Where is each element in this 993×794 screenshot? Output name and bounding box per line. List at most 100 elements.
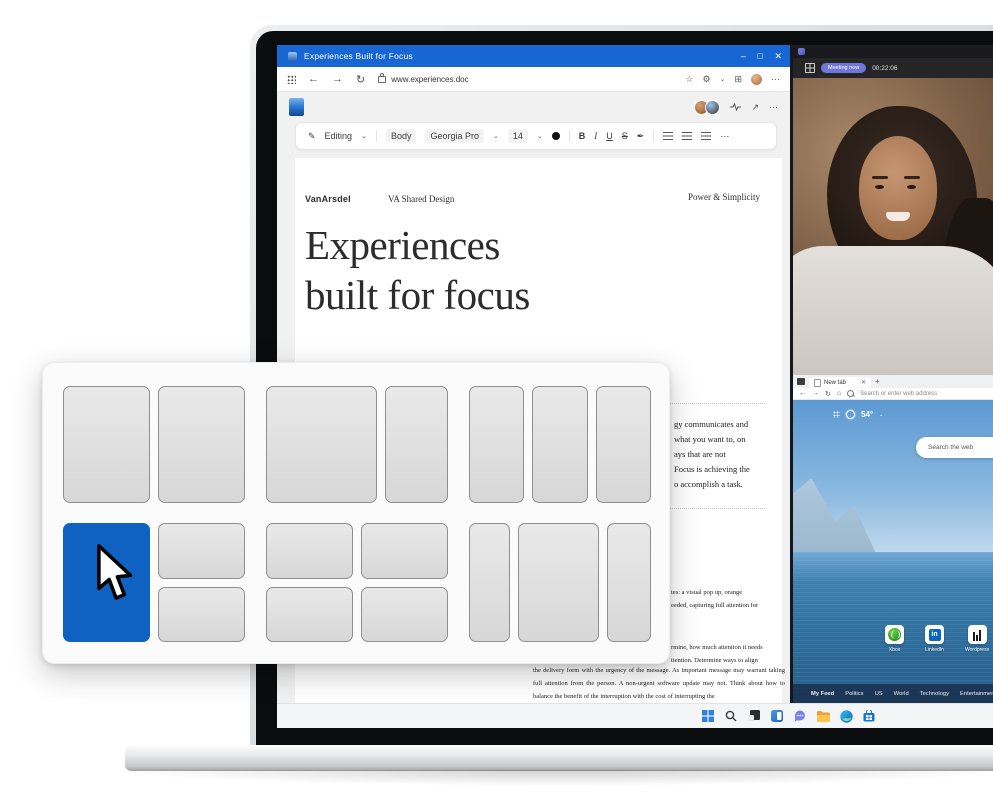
snap-cell[interactable] (158, 386, 245, 503)
tab-label: New tab (824, 380, 858, 386)
formatting-toolbar: ✎ Editing ⌄ Body Georgia Pro ⌄ 14 ⌄ B I … (295, 122, 777, 150)
document-paragraph: gy communicates andwhat you want to, ona… (674, 417, 750, 492)
align-icon[interactable] (701, 132, 711, 140)
file-explorer-icon[interactable] (816, 709, 830, 723)
back-icon[interactable]: ← (308, 73, 319, 85)
close-button[interactable]: ✕ (774, 51, 782, 62)
chevron-down-icon[interactable]: ⌄ (493, 132, 499, 140)
snap-cell[interactable] (266, 523, 353, 579)
apps-grid-icon[interactable] (287, 75, 296, 84)
style-selector[interactable]: Body (386, 129, 417, 143)
font-selector[interactable]: Georgia Pro (425, 129, 484, 143)
document-window-titlebar[interactable]: Experiences Built for Focus – ▢ ✕ (277, 45, 790, 67)
snap-layout-option-three-columns[interactable] (469, 386, 651, 503)
feed-link[interactable]: World (894, 691, 909, 697)
apps-grid-icon[interactable] (833, 411, 840, 418)
snap-cell[interactable] (596, 386, 651, 503)
snap-cell[interactable] (469, 523, 510, 642)
feed-link[interactable]: My Feed (811, 691, 834, 697)
search-icon[interactable] (724, 709, 738, 723)
tab-close-icon[interactable]: ✕ (861, 379, 866, 386)
word-app-bar: ↗ ⋯ (277, 92, 790, 122)
minimize-button[interactable]: – (741, 51, 746, 61)
maximize-button[interactable]: ▢ (757, 52, 764, 60)
call-titlebar[interactable] (793, 45, 993, 58)
snap-cell[interactable] (266, 587, 353, 643)
chevron-down-icon[interactable]: ⌄ (361, 132, 367, 140)
snap-cell[interactable] (532, 386, 587, 503)
start-button[interactable] (701, 709, 715, 723)
shortcut-wordpress[interactable]: Wordpress (965, 625, 989, 653)
feed-link[interactable]: US (875, 691, 883, 697)
forward-icon[interactable]: → (332, 73, 343, 85)
snap-cell[interactable] (158, 587, 245, 643)
strikethrough-icon[interactable]: S (622, 131, 628, 141)
bullet-list-icon[interactable] (663, 132, 673, 140)
document-heading: Experiences built for focus (305, 220, 530, 320)
avatar (705, 100, 720, 115)
snap-cell[interactable] (518, 523, 599, 642)
snap-cell[interactable] (266, 386, 377, 503)
snap-cell[interactable] (385, 386, 448, 503)
share-icon[interactable]: ↗ (751, 102, 759, 113)
underline-icon[interactable]: U (606, 131, 613, 141)
refresh-icon[interactable]: ↻ (356, 73, 365, 86)
chevron-down-icon[interactable]: ⌄ (537, 132, 543, 140)
widgets-icon[interactable] (770, 709, 784, 723)
chat-icon[interactable] (793, 709, 807, 723)
bold-icon[interactable]: B (579, 131, 586, 141)
word-app-icon[interactable] (289, 98, 304, 116)
shortcut-linkedin[interactable]: in LinkedIn (925, 625, 944, 653)
toolbar-more-icon[interactable]: ⋯ (720, 131, 729, 142)
store-icon[interactable] (862, 709, 876, 723)
numbered-list-icon[interactable] (682, 132, 692, 140)
new-tab-icon[interactable]: + (875, 377, 880, 386)
feed-link[interactable]: Politics (845, 691, 863, 697)
text-line: tes: a visual pop up, orange (671, 586, 758, 599)
favorites-icon[interactable]: ☆ (685, 74, 693, 85)
snap-cell[interactable] (469, 386, 524, 503)
edge-icon[interactable] (839, 709, 853, 723)
feed-link[interactable]: Technology (920, 691, 949, 697)
address-bar[interactable]: Search or enter web address (860, 391, 937, 397)
home-icon[interactable]: ⌂ (837, 390, 841, 397)
more-icon[interactable]: ⋯ (771, 74, 780, 85)
page-topbar: 54° ⌄ (833, 410, 883, 419)
back-icon[interactable]: ← (799, 390, 806, 397)
snap-layout-option-two-columns-equal[interactable] (63, 386, 245, 503)
snap-layout-option-three-columns-wide-center[interactable] (469, 523, 651, 642)
chevron-down-icon[interactable]: ⌄ (879, 412, 883, 418)
address-bar[interactable]: www.experiences.doc (391, 75, 468, 84)
editing-mode-dropdown[interactable]: Editing (325, 131, 353, 141)
edit-pencil-icon[interactable]: ✎ (308, 131, 316, 142)
activity-icon[interactable] (730, 103, 741, 111)
refresh-icon[interactable]: ↻ (825, 390, 831, 398)
snap-cell[interactable] (607, 523, 651, 642)
task-view-icon[interactable] (747, 709, 761, 723)
gallery-view-icon[interactable] (805, 63, 815, 73)
profile-avatar[interactable] (751, 74, 762, 85)
snap-cell[interactable] (158, 523, 245, 579)
chevron-down-icon[interactable]: ⌄ (720, 75, 726, 83)
italic-icon[interactable]: I (594, 131, 597, 141)
font-color-icon[interactable] (552, 132, 560, 140)
snap-layout-option-quad[interactable] (266, 523, 448, 642)
snap-cell[interactable] (361, 587, 448, 643)
screenshot-stage: Experiences Built for Focus – ▢ ✕ ← → ↻ … (0, 0, 993, 794)
collections-icon[interactable]: ⊞ (734, 74, 742, 85)
pen-icon[interactable]: ✒ (637, 131, 645, 142)
shortcut-xbox[interactable]: Xbox (885, 625, 904, 653)
snap-layout-option-two-columns-wide-left[interactable] (266, 386, 448, 503)
browser-tab[interactable]: New tab ✕ (809, 377, 871, 388)
more-icon[interactable]: ⋯ (769, 102, 778, 113)
snap-cell[interactable] (63, 386, 150, 503)
tab-preview-icon[interactable] (797, 378, 805, 385)
temperature[interactable]: 54° (861, 410, 873, 419)
snap-cell[interactable] (361, 523, 448, 579)
extensions-icon[interactable]: ⚙ (703, 74, 711, 85)
forward-icon[interactable]: → (812, 390, 819, 397)
feed-link[interactable]: Entertainment (960, 691, 993, 697)
snap-layout-option-left-half-right-stack[interactable] (63, 523, 245, 642)
web-search-box[interactable]: Search the web (916, 437, 993, 458)
font-size-selector[interactable]: 14 (508, 129, 528, 143)
